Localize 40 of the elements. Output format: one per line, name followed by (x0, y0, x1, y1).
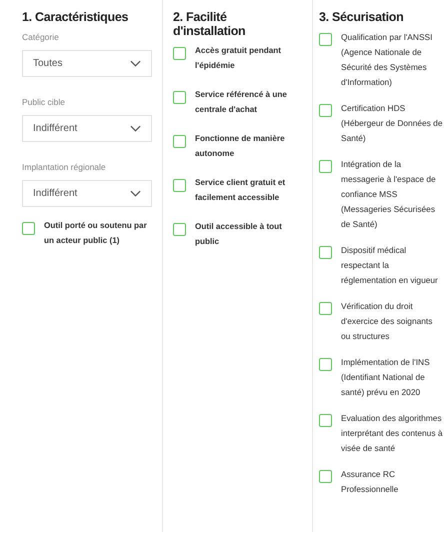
field-label: Implantation régionale (22, 162, 107, 172)
checkbox-label: Implémentation de l'INS (Identifiant National de santé) prévu en 2020 (341, 356, 431, 399)
checkbox-label: Evaluation des algorithmes interprétant des contenus à visée de santé (341, 412, 444, 455)
checkbox-label: Outil accessible à tout public (195, 221, 283, 248)
checkbox-label: Fonctionne de manière autonome (195, 133, 286, 160)
checkbox[interactable] (319, 470, 332, 483)
checkbox-label: Accès gratuit pendant l'épidémie (195, 45, 282, 72)
checkbox[interactable] (173, 91, 186, 104)
checkbox[interactable] (173, 47, 186, 60)
checkbox[interactable] (319, 358, 332, 371)
checkbox[interactable] (319, 414, 332, 427)
checkbox-label: Service client gratuit et facilement accessible (195, 177, 286, 204)
dropdown[interactable]: Indifférent (22, 180, 152, 207)
checkbox-label: Vérification du droit d'exercice des soignants ou structures (341, 300, 434, 343)
checkbox-label: Outil porté ou soutenu par un acteur public (1) (44, 220, 148, 247)
checkbox[interactable] (319, 104, 332, 117)
checkbox[interactable] (319, 302, 332, 315)
checkbox-label: Service référencé à une centrale d'achat (195, 89, 288, 116)
section-heading: 3. Sécurisation (319, 10, 404, 24)
chevron-down-icon (130, 60, 141, 67)
checkbox[interactable] (319, 160, 332, 173)
chevron-down-icon (130, 190, 141, 197)
section-heading: 2. Facilité d'installation (173, 10, 246, 38)
checkbox[interactable] (173, 179, 186, 192)
field-label: Public cible (22, 97, 66, 107)
checkbox[interactable] (173, 135, 186, 148)
dropdown[interactable]: Toutes (22, 50, 152, 77)
checkbox-label: Dispositif médical respectant la réglementation en vigueur (341, 244, 439, 287)
dropdown[interactable]: Indifférent (22, 115, 152, 142)
checkbox[interactable] (22, 222, 35, 235)
section-heading: 1. Caractéristiques (22, 10, 130, 24)
checkbox[interactable] (319, 33, 332, 46)
checkbox-label: Qualification par l'ANSSI (Agence Nationale de Sécurité des Systèmes d'Information) (341, 31, 434, 89)
field-label: Catégorie (22, 32, 60, 42)
checkbox[interactable] (173, 223, 186, 236)
checkbox-label: Assurance RC Professionnelle (341, 468, 400, 496)
checkbox-label: Intégration de la messagerie à l'espace de confiance MSS (Messageries Sécurisées de Santé) (341, 158, 437, 231)
chevron-down-icon (130, 125, 141, 132)
checkbox-label: Certification HDS (Hébergeur de Données de Santé) (341, 102, 444, 145)
checkbox[interactable] (319, 246, 332, 259)
